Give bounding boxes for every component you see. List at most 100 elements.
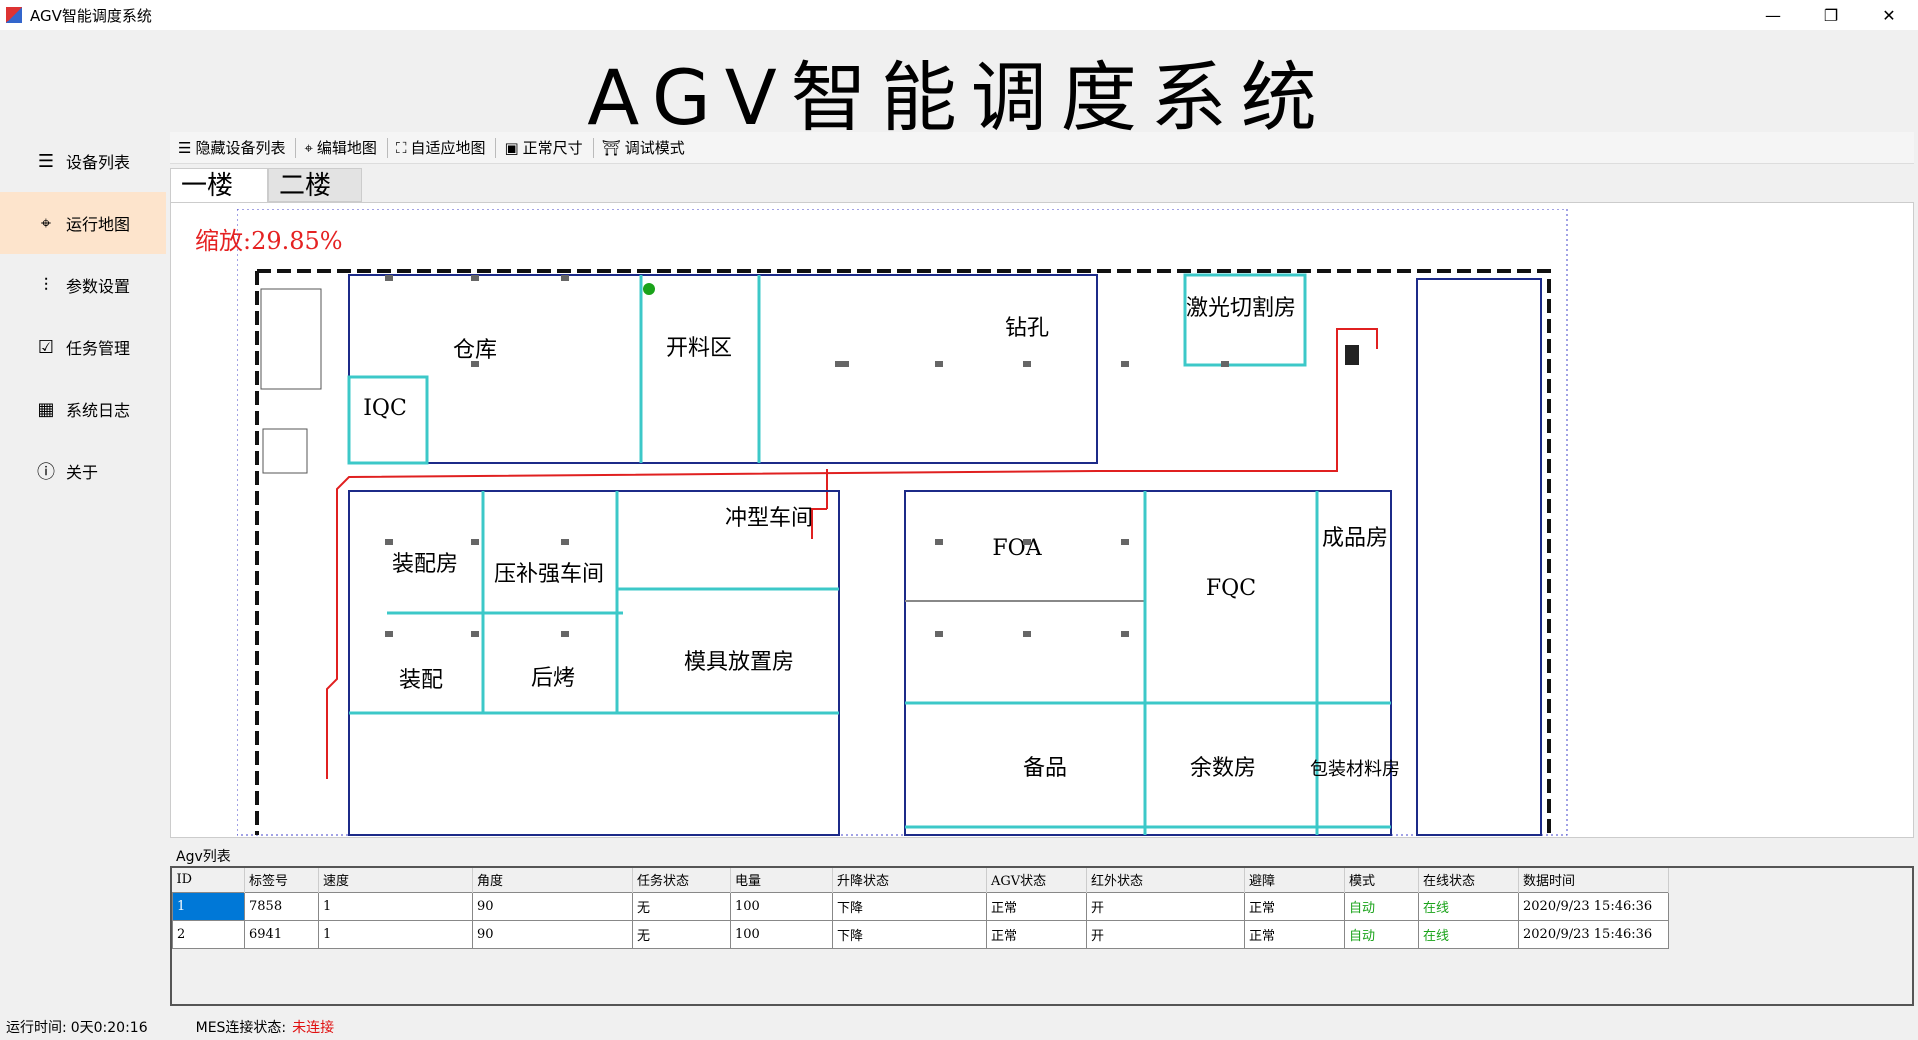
mes-status-label: MES连接状态:: [195, 1020, 287, 1036]
window-title: AGV智能调度系统: [30, 6, 152, 25]
sidebar-item-settings[interactable]: ⫶ 参数设置: [0, 254, 166, 316]
cell-tag[interactable]: 7858: [244, 891, 319, 921]
edit-map-button[interactable]: ⌖ 编辑地图: [296, 135, 386, 161]
table-row[interactable]: 1 7858 1 90 无 100 下降 正常 开 正常 自动 在线 2020/…: [172, 891, 1669, 921]
agv-marker[interactable]: [1345, 345, 1359, 365]
cell-id[interactable]: 2: [172, 919, 245, 949]
cell-speed[interactable]: 1: [318, 919, 473, 949]
cell-task-status[interactable]: 无: [632, 919, 731, 949]
col-header[interactable]: 角度: [472, 868, 633, 892]
cell-time[interactable]: 2020/9/23 15:46:36: [1518, 891, 1669, 921]
runtime-value: 0天0:20:16: [70, 1020, 148, 1036]
sidebar-item-label: 任务管理: [66, 339, 131, 358]
calendar-icon: ▦: [37, 398, 55, 420]
cell-obstacle[interactable]: 正常: [1244, 919, 1345, 949]
cell-agv-status[interactable]: 正常: [986, 919, 1087, 949]
col-header[interactable]: 电量: [730, 868, 833, 892]
room-label: 开料区: [666, 336, 732, 361]
cell-time[interactable]: 2020/9/23 15:46:36: [1518, 919, 1669, 949]
room-label: 后烤: [531, 666, 575, 691]
map-panel[interactable]: 缩放:29.85% 仓库 开料区 钻孔 激光切割房 IQC 冲型车间 装配房 压…: [170, 202, 1914, 838]
agv-marker[interactable]: [643, 283, 655, 295]
room-label: 激光切割房: [1186, 296, 1296, 321]
cell-ir-status[interactable]: 开: [1086, 891, 1245, 921]
room-label: 钻孔: [1005, 316, 1049, 341]
elevator-area: [262, 428, 308, 474]
cell-lift-status[interactable]: 下降: [832, 919, 987, 949]
cell-online[interactable]: 在线: [1418, 891, 1519, 921]
agv-list-title: Agv列表: [176, 849, 231, 865]
fit-map-button[interactable]: ⛶ 自适应地图: [388, 135, 496, 161]
status-bar: 运行时间: 0天0:20:16 MES连接状态: 未连接: [0, 1014, 1918, 1040]
sidebar-item-label: 参数设置: [66, 277, 131, 296]
runtime-label: 运行时间:: [6, 1020, 67, 1036]
col-header[interactable]: 速度: [318, 868, 473, 892]
floor-plan-map[interactable]: 仓库 开料区 钻孔 激光切割房 IQC 冲型车间 装配房 压补强车间 FOA 成…: [237, 209, 1577, 837]
minimize-button[interactable]: —: [1744, 0, 1802, 30]
room-label: 成品房: [1322, 526, 1388, 551]
upper-block: [348, 274, 1098, 464]
agv-table: ID 标签号 速度 角度 任务状态 电量 升降状态 AGV状态 红外状态 避障 …: [172, 868, 1669, 949]
tab-floor-1[interactable]: 一楼: [170, 168, 268, 202]
button-label: 隐藏设备列表: [195, 139, 286, 157]
room-label: 仓库: [453, 338, 497, 363]
cell-mode[interactable]: 自动: [1344, 919, 1419, 949]
cell-mode[interactable]: 自动: [1344, 891, 1419, 921]
col-header[interactable]: 升降状态: [832, 868, 987, 892]
sidebar-item-device-list[interactable]: ☰ 设备列表: [0, 130, 166, 192]
sidebar-item-about[interactable]: ⓘ 关于: [0, 440, 166, 502]
sliders-icon: ⫶: [43, 274, 49, 296]
sidebar-item-run-map[interactable]: ⌖ 运行地图: [0, 192, 166, 254]
window-titlebar: AGV智能调度系统 — ❐ ✕: [0, 0, 1918, 30]
agv-table-container[interactable]: ID 标签号 速度 角度 任务状态 电量 升降状态 AGV状态 红外状态 避障 …: [170, 866, 1914, 1006]
cell-task-status[interactable]: 无: [632, 891, 731, 921]
room-label: 装配: [399, 668, 443, 693]
room-label: 冲型车间: [725, 506, 813, 531]
col-header[interactable]: 数据时间: [1518, 868, 1669, 892]
cell-ir-status[interactable]: 开: [1086, 919, 1245, 949]
cell-angle[interactable]: 90: [472, 919, 633, 949]
col-header[interactable]: 标签号: [244, 868, 319, 892]
cell-online[interactable]: 在线: [1418, 919, 1519, 949]
map-bounds: [237, 209, 1568, 836]
close-button[interactable]: ✕: [1860, 0, 1918, 30]
button-label: 自适应地图: [410, 139, 486, 157]
room-label: 压补强车间: [494, 562, 604, 587]
cell-battery[interactable]: 100: [730, 919, 833, 949]
col-header[interactable]: 避障: [1244, 868, 1345, 892]
button-label: 正常尺寸: [522, 139, 583, 157]
cell-angle[interactable]: 90: [472, 891, 633, 921]
col-header[interactable]: AGV状态: [986, 868, 1087, 892]
cell-lift-status[interactable]: 下降: [832, 891, 987, 921]
cell-battery[interactable]: 100: [730, 891, 833, 921]
sidebar-item-label: 关于: [66, 463, 99, 482]
cell-agv-status[interactable]: 正常: [986, 891, 1087, 921]
col-header[interactable]: 在线状态: [1418, 868, 1519, 892]
button-label: 调试模式: [624, 139, 685, 157]
room-label: 包装材料房: [1310, 759, 1400, 780]
stair-area: [260, 288, 322, 390]
debug-mode-button[interactable]: ⛩ 调试模式: [594, 135, 695, 161]
col-header[interactable]: 红外状态: [1086, 868, 1245, 892]
restore-button[interactable]: ❐: [1802, 0, 1860, 30]
clipboard-icon: ☑: [37, 336, 55, 358]
cell-id[interactable]: 1: [172, 891, 245, 921]
col-header[interactable]: 模式: [1344, 868, 1419, 892]
map-pin-icon: ⌖: [40, 212, 52, 234]
room-label: FOA: [992, 536, 1042, 561]
cell-tag[interactable]: 6941: [244, 919, 319, 949]
app-icon: [6, 7, 22, 23]
sidebar-item-tasks[interactable]: ☑ 任务管理: [0, 316, 166, 378]
table-row[interactable]: 2 6941 1 90 无 100 下降 正常 开 正常 自动 在线 2020/…: [172, 919, 1669, 949]
col-header[interactable]: 任务状态: [632, 868, 731, 892]
hide-device-list-button[interactable]: ☰ 隐藏设备列表: [170, 135, 295, 161]
sidebar-item-logs[interactable]: ▦ 系统日志: [0, 378, 166, 440]
tab-floor-2[interactable]: 二楼: [268, 168, 362, 202]
cell-obstacle[interactable]: 正常: [1244, 891, 1345, 921]
sidebar-item-label: 运行地图: [66, 215, 131, 234]
normal-size-button[interactable]: ▣ 正常尺寸: [496, 135, 592, 161]
one-to-one-icon: ▣: [504, 138, 519, 157]
page-title: AGV智能调度系统: [587, 53, 1331, 142]
cell-speed[interactable]: 1: [318, 891, 473, 921]
col-header[interactable]: ID: [172, 868, 245, 892]
